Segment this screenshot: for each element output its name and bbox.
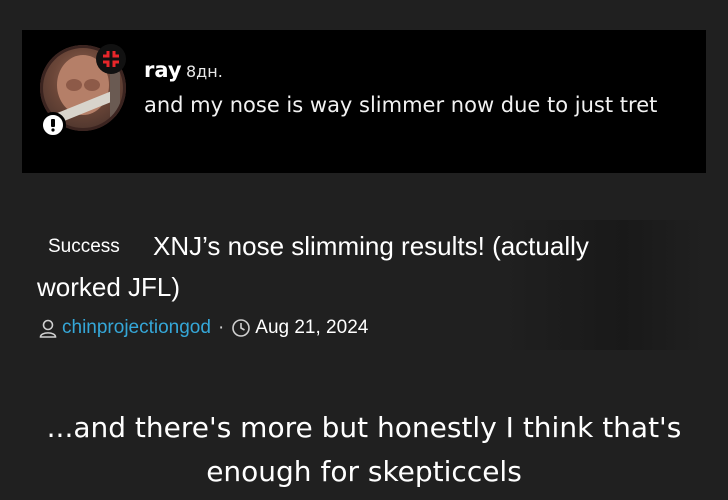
anger-emoji-icon <box>96 44 126 74</box>
caption-text: ...and there's more but honestly I think… <box>46 411 682 488</box>
thread-date[interactable]: Aug 21, 2024 <box>255 317 368 339</box>
thread-author-link[interactable]: chinprojectiongod <box>62 317 211 339</box>
thread-title[interactable]: XNJ’s nose slimming results! (actually w… <box>37 226 677 308</box>
exclamation-badge-icon <box>40 112 66 138</box>
meta-separator: · <box>217 317 225 338</box>
comment-author[interactable]: ray <box>144 58 182 82</box>
thread-meta: chinprojectiongod · Aug 21, 2024 <box>38 316 368 340</box>
user-icon <box>39 319 57 338</box>
clock-icon <box>232 319 251 337</box>
comment-text: and my nose is way slimmer now due to ju… <box>144 93 658 117</box>
comment-timestamp: 8дн. <box>186 62 223 81</box>
screenshot-page: ray 8дн. and my nose is way slimmer now … <box>0 0 728 500</box>
